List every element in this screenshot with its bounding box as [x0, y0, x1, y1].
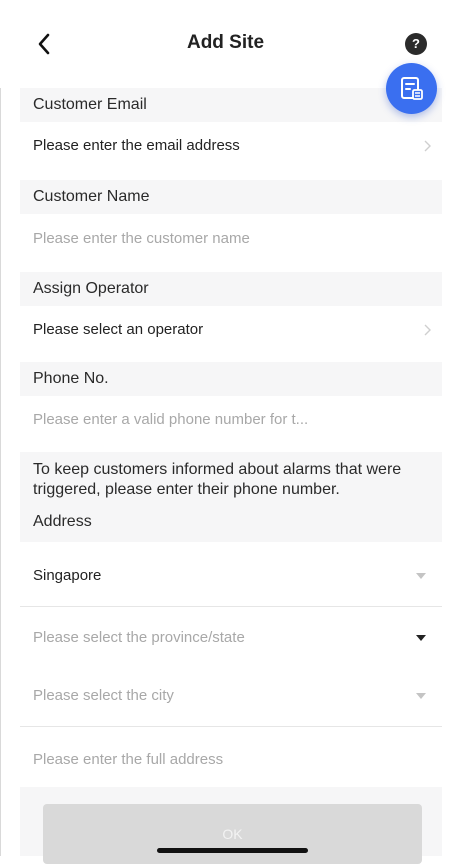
floating-action-button[interactable] — [386, 63, 437, 114]
caret-down-icon — [416, 635, 426, 641]
country-select-value: Singapore — [33, 567, 102, 584]
page-title: Add Site — [186, 32, 265, 53]
customer-email-value: Please enter the email address — [33, 137, 240, 154]
phone-hint-text: To keep customers informed about alarms … — [20, 452, 442, 502]
operator-select-value: Please select an operator — [33, 321, 204, 338]
chevron-right-icon — [424, 140, 431, 152]
chevron-right-icon — [424, 324, 431, 336]
frame-border-left — [0, 0, 1, 856]
nav-header: Add Site ? — [0, 0, 451, 88]
caret-down-icon — [416, 573, 426, 579]
customer-name-input[interactable]: Please enter the customer name — [20, 214, 442, 264]
help-button[interactable]: ? — [405, 33, 427, 55]
ok-button[interactable]: OK — [43, 804, 422, 864]
country-select[interactable]: Singapore — [20, 545, 442, 607]
province-select-placeholder: Please select the province/state — [33, 629, 245, 646]
document-list-icon — [401, 77, 423, 100]
city-select[interactable]: Please select the city — [20, 665, 442, 727]
customer-name-label: Customer Name — [20, 180, 442, 214]
home-indicator — [157, 848, 308, 853]
phone-input[interactable]: Please enter a valid phone number for t.… — [20, 396, 442, 444]
assign-operator-label: Assign Operator — [20, 272, 442, 306]
customer-email-field[interactable]: Please enter the email address — [20, 122, 442, 170]
customer-email-label: Customer Email — [20, 88, 442, 122]
address-label: Address — [20, 502, 442, 542]
full-address-input[interactable]: Please enter the full address — [20, 732, 442, 787]
province-select[interactable]: Please select the province/state — [20, 607, 442, 669]
phone-label: Phone No. — [20, 362, 442, 396]
operator-select[interactable]: Please select an operator — [20, 306, 442, 354]
caret-down-icon — [416, 693, 426, 699]
city-select-placeholder: Please select the city — [33, 687, 174, 704]
